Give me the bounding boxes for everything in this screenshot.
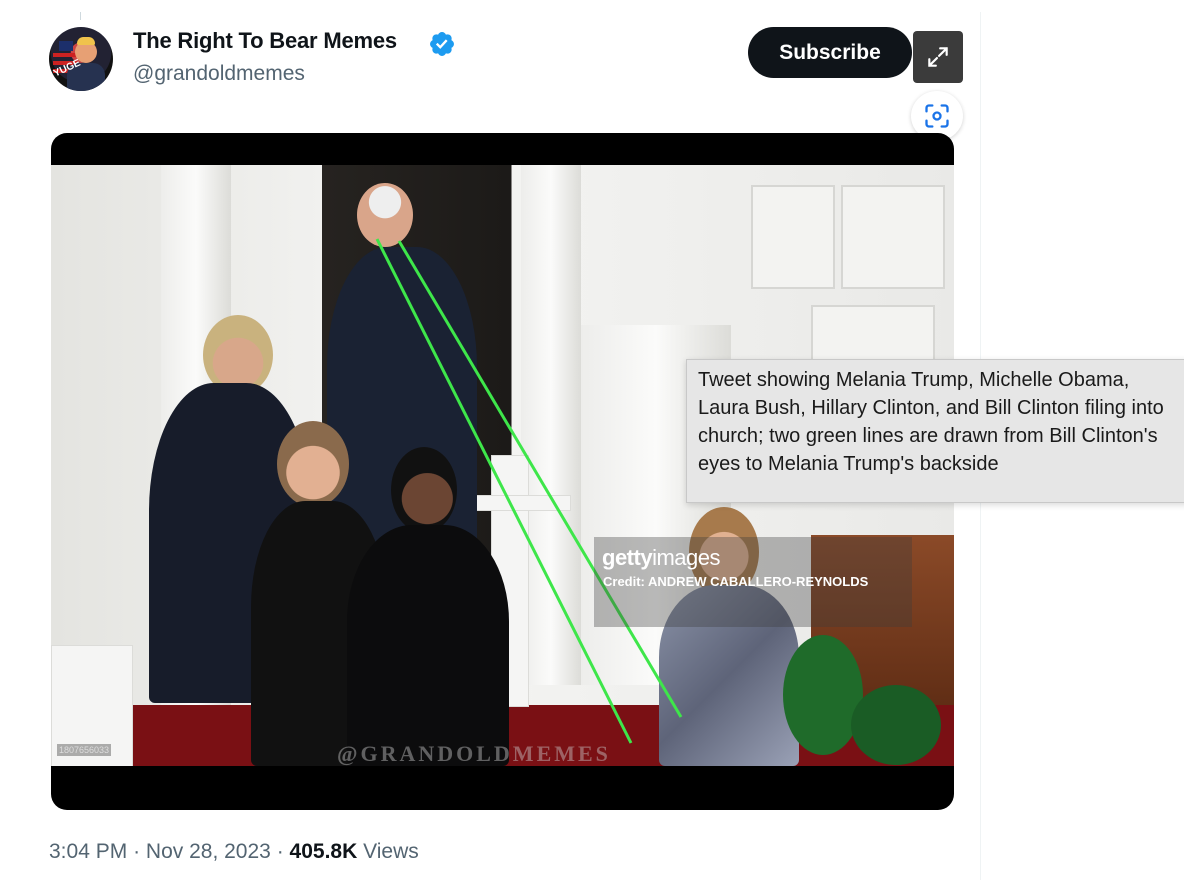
author-avatar[interactable]: YUGE: [49, 27, 113, 91]
expand-button[interactable]: [913, 31, 963, 83]
handle-watermark: @GRANDOLDMEMES: [337, 741, 611, 766]
green-line-right: [397, 240, 683, 718]
meta-separator: ·: [133, 840, 141, 863]
views-count: 405.8K: [289, 840, 358, 863]
getty-logo-bold: getty: [602, 545, 653, 570]
image-id-label: 1807656033: [57, 744, 112, 756]
views-label: Views: [363, 840, 419, 863]
tweet-time[interactable]: 3:04 PM: [49, 840, 127, 863]
getty-logo: gettyimages: [602, 545, 720, 571]
avatar-flag-stars: [59, 41, 73, 51]
avatar-flag-stripe: [53, 53, 77, 57]
expand-icon: [928, 47, 948, 67]
avatar-figure-hair: [77, 37, 95, 45]
author-handle[interactable]: @grandoldmemes: [133, 62, 305, 86]
visual-search-icon: [925, 104, 949, 128]
tweet-metadata: 3:04 PM · Nov 28, 2023 · 405.8K Views: [49, 840, 419, 864]
meta-separator: ·: [276, 840, 284, 863]
subscribe-button[interactable]: Subscribe: [748, 27, 912, 78]
author-name[interactable]: The Right To Bear Memes: [133, 28, 397, 54]
getty-logo-light: images: [652, 545, 720, 570]
getty-watermark: gettyimages Credit: ANDREW CABALLERO-REY…: [594, 537, 912, 627]
green-line-left: [375, 238, 633, 744]
getty-credit: Credit: ANDREW CABALLERO-REYNOLDS: [603, 574, 869, 589]
tweet-date[interactable]: Nov 28, 2023: [146, 840, 271, 863]
alt-text-tooltip: Tweet showing Melania Trump, Michelle Ob…: [686, 359, 1184, 503]
divider-tick: [80, 12, 81, 20]
verified-badge-icon[interactable]: [428, 30, 456, 58]
